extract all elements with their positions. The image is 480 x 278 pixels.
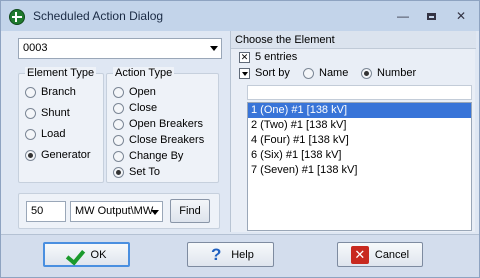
filter-input[interactable]: [247, 85, 472, 100]
maximize-button[interactable]: [419, 7, 443, 25]
action-type-title: Action Type: [113, 67, 175, 79]
unit-dropdown[interactable]: MW Output\MW: [70, 201, 163, 222]
list-item[interactable]: 2 (Two) #1 [138 kV]: [248, 118, 471, 133]
element-selector-value: 0003: [23, 42, 48, 54]
radio-close[interactable]: Close: [113, 100, 157, 116]
cancel-label: Cancel: [374, 248, 410, 261]
radio-label: Close: [129, 102, 158, 114]
radio-label: Open Breakers: [129, 118, 203, 130]
list-item[interactable]: 1 (One) #1 [138 kV]: [248, 103, 471, 118]
check-icon: [67, 246, 85, 264]
value-input[interactable]: 50: [26, 201, 66, 222]
radio-icon: [303, 67, 314, 79]
minimize-button[interactable]: —: [391, 7, 415, 25]
entries-label: 5 entries: [255, 51, 298, 63]
help-button[interactable]: ? Help: [187, 242, 274, 267]
radio-change-by[interactable]: Change By: [113, 148, 183, 164]
radio-icon: [25, 107, 36, 119]
radio-icon: [113, 118, 124, 130]
unit-value: MW Output\MW: [75, 205, 154, 217]
list-item[interactable]: 7 (Seven) #1 [138 kV]: [248, 163, 471, 178]
radio-close-breakers[interactable]: Close Breakers: [113, 132, 204, 148]
cancel-button[interactable]: ✕ Cancel: [337, 242, 423, 267]
radio-generator[interactable]: Generator: [25, 147, 91, 163]
radio-set-to[interactable]: Set To: [113, 164, 160, 180]
radio-icon-selected: [113, 166, 124, 178]
radio-icon: [113, 102, 124, 114]
sort-dropdown-icon[interactable]: [239, 68, 250, 79]
radio-icon: [25, 86, 36, 98]
element-selector-dropdown[interactable]: 0003: [18, 38, 222, 59]
radio-icon: [113, 86, 124, 98]
radio-branch[interactable]: Branch: [25, 84, 76, 100]
sort-by-name-radio[interactable]: Name: [303, 67, 348, 79]
list-item[interactable]: 6 (Six) #1 [138 kV]: [248, 148, 471, 163]
radio-open-breakers[interactable]: Open Breakers: [113, 116, 203, 132]
list-item[interactable]: 4 (Four) #1 [138 kV]: [248, 133, 471, 148]
radio-icon-selected: [361, 67, 372, 79]
element-type-group: Element Type Branch Shunt Load Generator: [18, 67, 104, 183]
radio-label: Set To: [129, 166, 160, 178]
window-title: Scheduled Action Dialog: [33, 9, 164, 23]
action-type-group: Action Type Open Close Open Breakers Clo…: [106, 67, 219, 183]
radio-load[interactable]: Load: [25, 126, 65, 142]
ok-label: OK: [90, 248, 107, 261]
radio-icon: [113, 134, 124, 146]
ok-button[interactable]: OK: [43, 242, 130, 267]
radio-icon-selected: [25, 149, 36, 161]
radio-open[interactable]: Open: [113, 84, 156, 100]
radio-label: Load: [41, 128, 66, 140]
maximize-icon: [426, 13, 436, 20]
sort-row: Sort by Name Number: [239, 67, 469, 81]
radio-label: Open: [129, 86, 156, 98]
title-bar: Scheduled Action Dialog — ✕: [1, 1, 479, 31]
radio-label: Name: [319, 67, 349, 79]
radio-label: Branch: [41, 86, 76, 98]
question-icon: ?: [210, 244, 222, 264]
radio-shunt[interactable]: Shunt: [25, 105, 70, 121]
radio-label: Number: [377, 67, 417, 79]
choose-element-panel: Choose the Element ✕ 5 entries Sort by N…: [230, 31, 476, 232]
chevron-down-icon: [151, 210, 159, 215]
help-label: Help: [231, 248, 254, 261]
chevron-down-icon: [210, 46, 218, 51]
close-button[interactable]: ✕: [449, 7, 473, 25]
find-group: 50 MW Output\MW Find: [18, 193, 220, 229]
cancel-icon: ✕: [350, 245, 369, 264]
sort-by-number-radio[interactable]: Number: [361, 67, 416, 79]
collapse-icon: ✕: [239, 52, 250, 63]
radio-label: Shunt: [41, 107, 70, 119]
element-type-title: Element Type: [25, 67, 97, 79]
button-bar: OK ? Help ✕ Cancel: [1, 234, 479, 277]
sort-by-label: Sort by: [255, 67, 290, 79]
radio-label: Close Breakers: [129, 134, 205, 146]
element-list[interactable]: 1 (One) #1 [138 kV] 2 (Two) #1 [138 kV] …: [247, 102, 472, 231]
find-button[interactable]: Find: [170, 199, 210, 223]
radio-label: Generator: [41, 149, 91, 161]
radio-icon: [25, 128, 36, 140]
dialog-window: Scheduled Action Dialog — ✕ 0003 Element…: [0, 0, 480, 278]
radio-icon: [113, 150, 124, 162]
radio-label: Change By: [129, 150, 184, 162]
app-icon: [9, 9, 25, 25]
panel-header: Choose the Element: [231, 31, 476, 49]
